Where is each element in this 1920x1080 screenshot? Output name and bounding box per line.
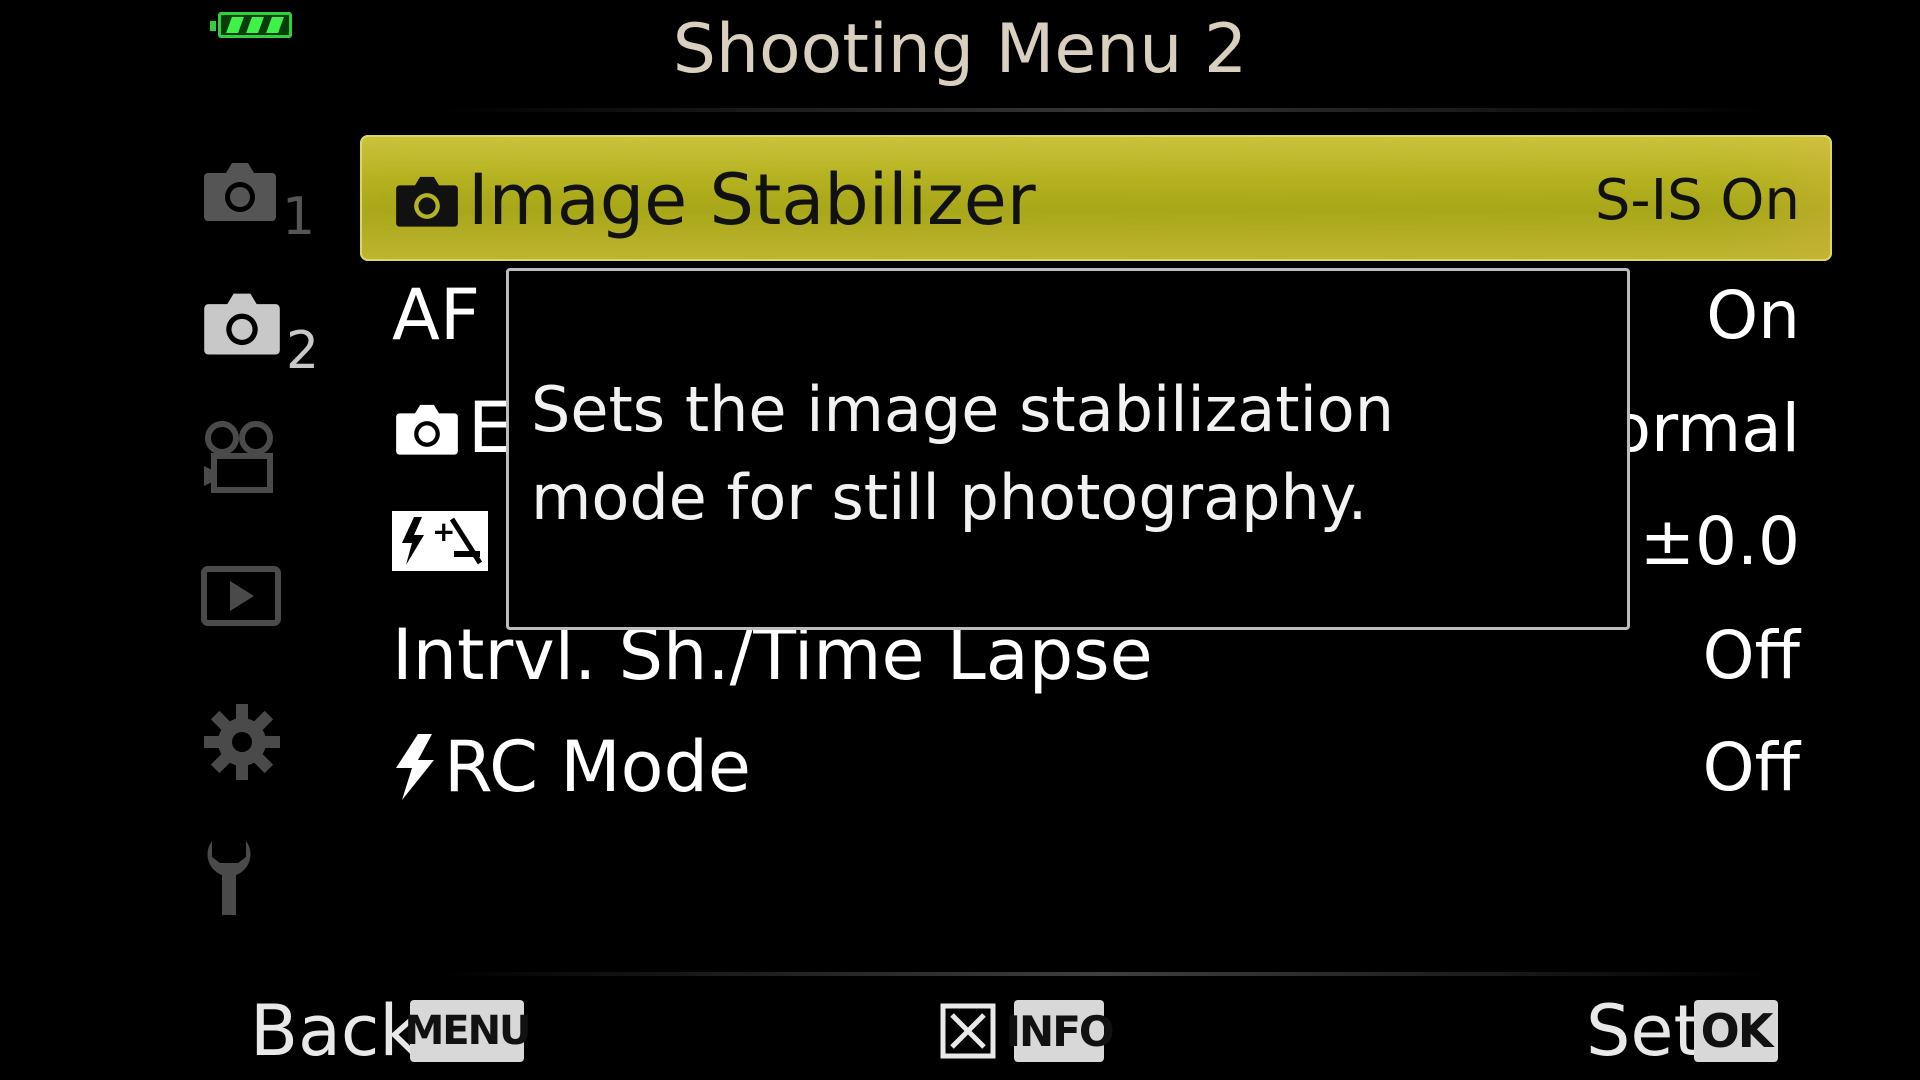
delete-icon[interactable] xyxy=(940,1003,996,1059)
tab-playback-menu[interactable] xyxy=(200,565,330,665)
tab-number: 2 xyxy=(286,321,320,381)
help-tooltip: Sets the image stabilization mode for st… xyxy=(506,268,1630,630)
tab-video-menu[interactable] xyxy=(200,420,330,520)
tab-custom-menu[interactable] xyxy=(200,700,330,800)
menu-item-label: Image Stabilizer xyxy=(468,159,1036,241)
camera-menu-screen: Shooting Menu 2 1 2 Image Stabilizer S-I… xyxy=(0,0,1920,1080)
menu-item-label: AF I xyxy=(392,274,524,356)
title-divider xyxy=(440,108,1770,112)
back-label: Back xyxy=(250,990,420,1072)
menu-item-value: Off xyxy=(1702,616,1800,694)
ok-button[interactable]: OK xyxy=(1694,1000,1778,1062)
video-camera-icon xyxy=(204,421,273,493)
page-title: Shooting Menu 2 xyxy=(672,10,1248,89)
gear-icon xyxy=(204,704,280,780)
camera-icon xyxy=(396,176,458,227)
tab-setup-menu[interactable] xyxy=(200,835,330,935)
tooltip-text: Sets the image stabilization mode for st… xyxy=(531,373,1395,534)
menu-button[interactable]: MENU xyxy=(404,1000,532,1062)
playback-icon xyxy=(201,566,281,626)
set-label: Set xyxy=(1586,990,1701,1072)
tab-shooting-menu-2[interactable]: 2 xyxy=(200,285,330,385)
menu-item-label: RC Mode xyxy=(444,726,752,808)
menu-item-rc-mode[interactable]: RC Mode Off xyxy=(360,712,1830,822)
tab-shooting-menu-1[interactable]: 1 xyxy=(200,155,330,255)
flash-compensation-icon: + xyxy=(392,511,488,571)
footer-divider xyxy=(440,972,1770,976)
wrench-icon xyxy=(207,841,251,915)
menu-item-image-stabilizer[interactable]: Image Stabilizer S-IS On xyxy=(360,145,1830,255)
menu-item-value: S-IS On xyxy=(1594,167,1800,233)
camera-icon xyxy=(204,293,280,355)
menu-item-value: Off xyxy=(1702,728,1800,806)
camera-icon xyxy=(204,163,276,221)
tab-number: 1 xyxy=(282,187,316,247)
menu-item-value: ±0.0 xyxy=(1639,502,1800,580)
camera-icon xyxy=(396,404,458,455)
menu-item-value: On xyxy=(1706,276,1800,354)
flash-icon xyxy=(396,734,434,800)
info-button[interactable]: INFO xyxy=(1005,1000,1115,1062)
